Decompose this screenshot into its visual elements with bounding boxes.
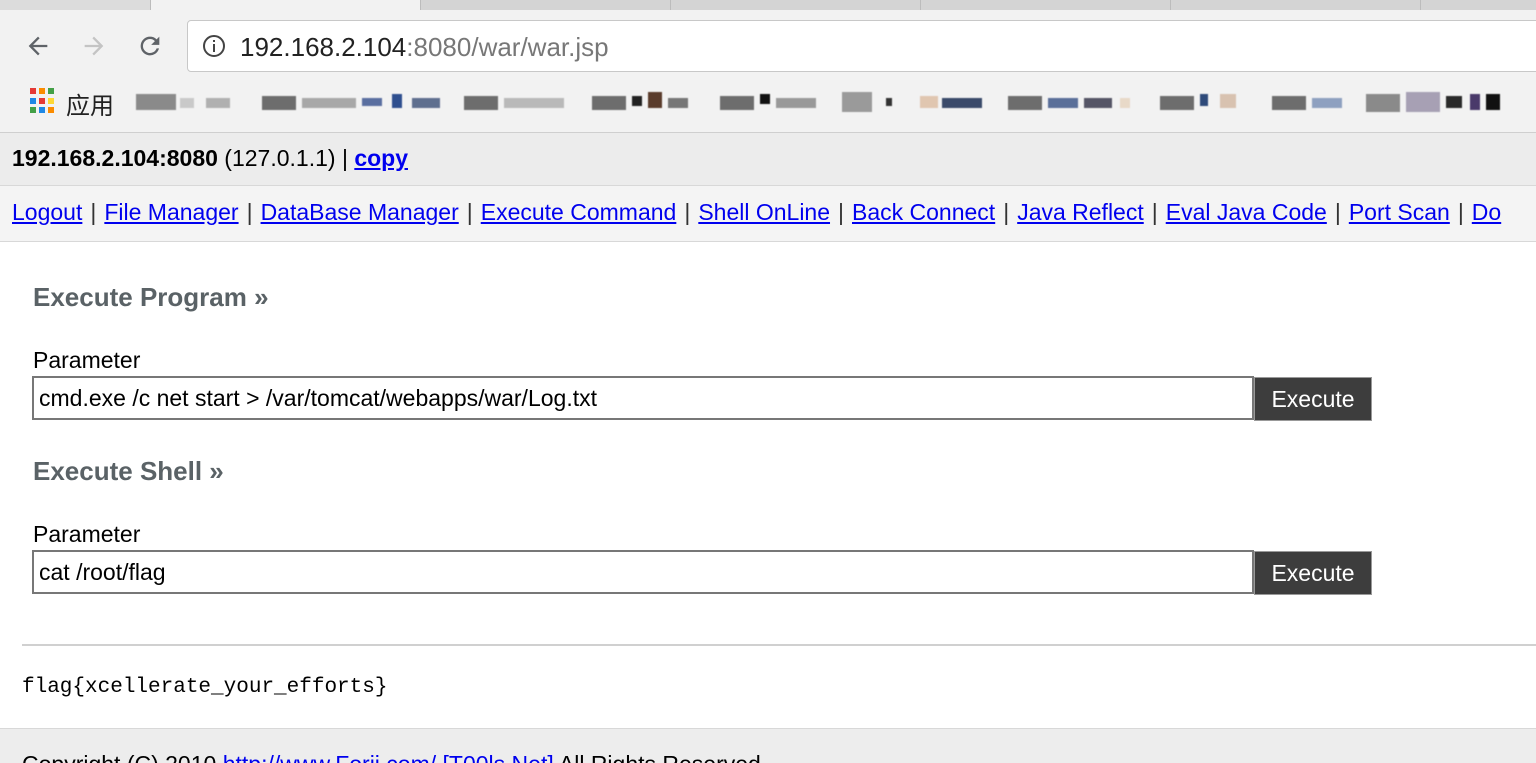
menu-download[interactable]: Do (1472, 199, 1501, 225)
host-info-line: 192.168.2.104:8080 (127.0.1.1) | copy (12, 145, 408, 172)
menu-back-connect[interactable]: Back Connect (852, 199, 995, 225)
info-icon[interactable] (202, 34, 226, 58)
reload-button[interactable] (132, 28, 168, 64)
execute-shell-title: Execute Shell » (33, 456, 224, 486)
menu-eval-java-code[interactable]: Eval Java Code (1166, 199, 1327, 225)
menu-database-manager[interactable]: DataBase Manager (261, 199, 459, 225)
execute-program-title: Execute Program » (33, 282, 269, 312)
menu-file-manager[interactable]: File Manager (104, 199, 238, 225)
t00ls-link[interactable]: [T00ls.Net] (443, 751, 554, 763)
bookmark-item[interactable] (1366, 92, 1506, 112)
command-output: flag{xcellerate_your_efforts} (22, 676, 388, 699)
shell-parameter-label: Parameter (33, 521, 141, 547)
back-button[interactable] (20, 28, 56, 64)
host-info-bar: 192.168.2.104:8080 (127.0.1.1) | copy (0, 133, 1536, 186)
tab[interactable] (1170, 0, 1422, 10)
menu-separator: | (1457, 199, 1464, 225)
url-host: 192.168.2.104 (240, 32, 407, 62)
program-parameter-input[interactable] (32, 376, 1254, 420)
bookmark-item[interactable] (720, 92, 820, 112)
menu-separator: | (1151, 199, 1158, 225)
forward-button[interactable] (76, 28, 112, 64)
bookmark-item[interactable] (842, 92, 992, 112)
menu-separator: | (466, 199, 473, 225)
bookmarks-bar: 应用 (0, 84, 1536, 124)
bookmark-item[interactable] (464, 92, 574, 112)
apps-label[interactable]: 应用 (66, 86, 114, 121)
menu-port-scan[interactable]: Port Scan (1349, 199, 1450, 225)
tab[interactable] (420, 0, 672, 10)
apps-grid-icon[interactable] (30, 88, 56, 114)
tab-strip (0, 0, 1536, 10)
copyright-suffix: All Rights Reserved (554, 751, 761, 763)
shell-menu: Logout | File Manager | DataBase Manager | Exe… (12, 199, 1501, 226)
copy-link[interactable]: copy (354, 145, 408, 171)
menu-separator: | (90, 199, 97, 225)
footer: Copyright (C) 2010 http://www.Forjj.com/… (0, 728, 1536, 763)
bookmark-item[interactable] (592, 92, 692, 112)
menu-separator: | (838, 199, 844, 225)
menu-shell-online[interactable]: Shell OnLine (698, 199, 830, 225)
bookmark-item[interactable] (1272, 92, 1352, 112)
menu-separator: | (1334, 199, 1341, 225)
tab[interactable] (670, 0, 922, 10)
shell-menu-bar: Logout | File Manager | DataBase Manager | Exe… (0, 186, 1536, 242)
host-address: 192.168.2.104:8080 (12, 145, 218, 171)
menu-separator: | (246, 199, 253, 225)
url-text[interactable]: 192.168.2.104:8080/war/war.jsp (240, 32, 609, 63)
menu-java-reflect[interactable]: Java Reflect (1017, 199, 1144, 225)
menu-separator: | (684, 199, 691, 225)
tab[interactable] (920, 0, 1172, 10)
reload-icon (140, 36, 160, 56)
menu-logout[interactable]: Logout (12, 199, 82, 225)
url-path: :8080/war/war.jsp (406, 32, 609, 62)
tab-active[interactable] (150, 0, 422, 10)
bookmark-item[interactable] (262, 92, 442, 112)
browser-chrome: 192.168.2.104:8080/war/war.jsp 应用 (0, 0, 1536, 133)
menu-separator: | (1003, 199, 1010, 225)
tab[interactable] (1420, 0, 1536, 10)
divider (22, 644, 1536, 646)
execute-program-button[interactable]: Execute (1254, 377, 1372, 421)
forjj-link[interactable]: http://www.Forjj.com/ (223, 751, 436, 763)
shell-parameter-input[interactable] (32, 550, 1254, 594)
bookmark-item[interactable] (1160, 92, 1250, 112)
execute-shell-button[interactable]: Execute (1254, 551, 1372, 595)
copyright-prefix: Copyright (C) 2010 (22, 751, 223, 763)
bookmark-item[interactable] (136, 92, 236, 112)
copyright-line: Copyright (C) 2010 http://www.Forjj.com/… (22, 751, 761, 763)
arrow-right-icon (84, 36, 104, 56)
host-ip: (127.0.1.1) | (217, 145, 355, 171)
bookmark-item[interactable] (1008, 92, 1138, 112)
program-parameter-label: Parameter (33, 347, 141, 373)
arrow-left-icon (28, 36, 48, 56)
address-bar[interactable]: 192.168.2.104:8080/war/war.jsp (187, 20, 1536, 72)
menu-execute-command[interactable]: Execute Command (481, 199, 677, 225)
